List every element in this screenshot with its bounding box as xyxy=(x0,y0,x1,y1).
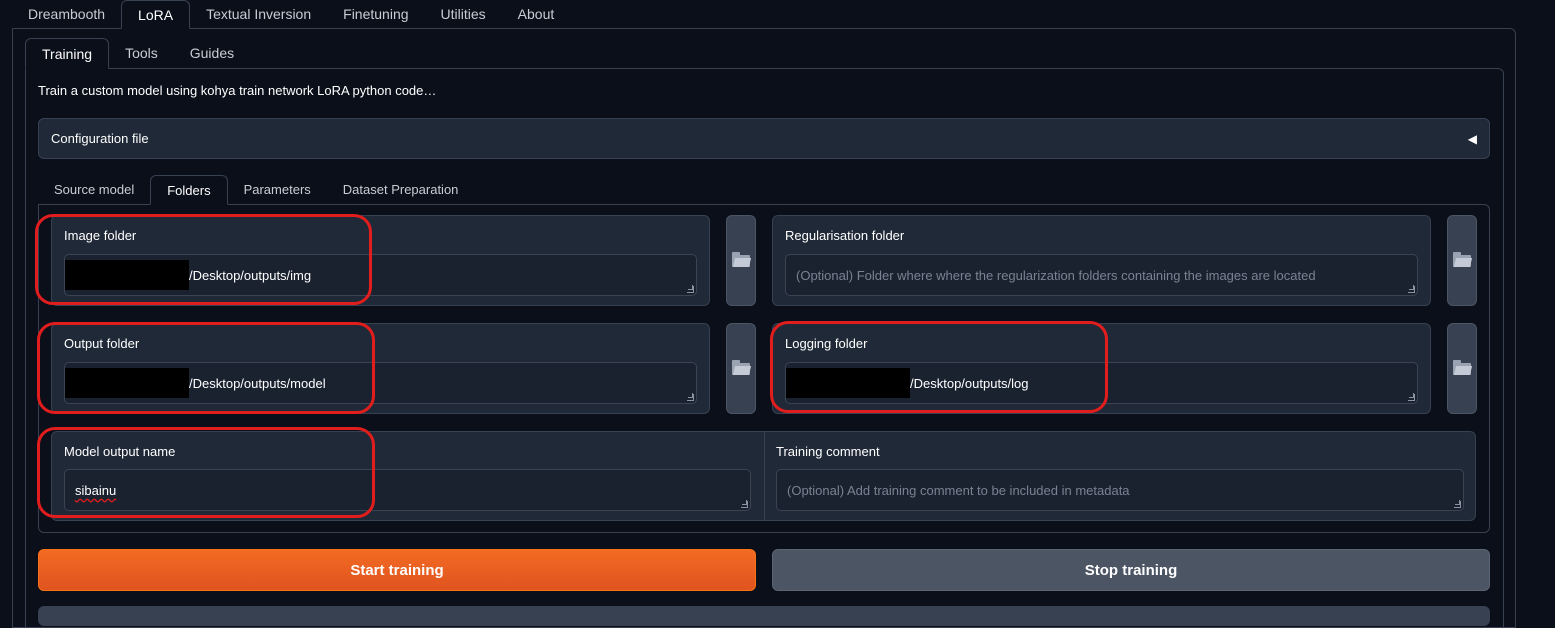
top-tab-bar: Dreambooth LoRA Textual Inversion Finetu… xyxy=(12,0,570,29)
resize-handle-icon[interactable] xyxy=(687,393,694,401)
output-folder-label: Output folder xyxy=(64,336,140,351)
logging-folder-value: /Desktop/outputs/log xyxy=(910,375,1029,391)
image-folder-label: Image folder xyxy=(64,228,137,243)
training-comment-label: Training comment xyxy=(776,444,880,459)
redacted-path xyxy=(786,368,910,398)
tab-about[interactable]: About xyxy=(502,0,571,29)
resize-handle-icon[interactable] xyxy=(741,500,748,508)
output-folder-browse-button[interactable] xyxy=(726,323,756,414)
logging-folder-input[interactable]: /Desktop/outputs/log xyxy=(785,362,1418,404)
group-divider xyxy=(764,432,765,520)
output-folder-value: /Desktop/outputs/model xyxy=(189,375,326,391)
tab-textual-inversion[interactable]: Textual Inversion xyxy=(190,0,327,29)
resize-handle-icon[interactable] xyxy=(1408,393,1415,401)
tab-parameters[interactable]: Parameters xyxy=(228,175,327,205)
training-comment-input[interactable]: (Optional) Add training comment to be in… xyxy=(776,469,1464,511)
start-training-button[interactable]: Start training xyxy=(38,549,756,591)
image-folder-input[interactable]: /Desktop/outputs/img xyxy=(64,254,697,296)
tab-dreambooth[interactable]: Dreambooth xyxy=(12,0,121,29)
tab-tools[interactable]: Tools xyxy=(109,38,174,69)
reg-folder-label: Regularisation folder xyxy=(785,228,905,243)
logging-folder-browse-button[interactable] xyxy=(1447,323,1477,414)
training-description: Train a custom model using kohya train n… xyxy=(38,83,437,98)
tab-guides[interactable]: Guides xyxy=(174,38,250,69)
resize-handle-icon[interactable] xyxy=(1408,285,1415,293)
image-folder-value: /Desktop/outputs/img xyxy=(189,267,312,283)
logging-folder-label: Logging folder xyxy=(785,336,868,351)
reg-folder-input[interactable]: (Optional) Folder where where the regula… xyxy=(785,254,1418,296)
output-folder-input[interactable]: /Desktop/outputs/model xyxy=(64,362,697,404)
tab-lora[interactable]: LoRA xyxy=(121,0,191,29)
configuration-file-accordion[interactable]: Configuration file ◀ xyxy=(38,118,1490,159)
folder-icon xyxy=(1453,251,1471,267)
folder-icon xyxy=(732,359,750,375)
model-output-name-label: Model output name xyxy=(64,444,176,459)
tab-training[interactable]: Training xyxy=(25,38,110,69)
resize-handle-icon[interactable] xyxy=(1454,500,1461,508)
resize-handle-icon[interactable] xyxy=(687,285,694,293)
folder-icon xyxy=(1453,359,1471,375)
tab-folders[interactable]: Folders xyxy=(150,175,228,205)
tab-utilities[interactable]: Utilities xyxy=(425,0,502,29)
caret-left-icon: ◀ xyxy=(1467,131,1477,146)
training-comment-placeholder: (Optional) Add training comment to be in… xyxy=(787,482,1130,498)
redacted-path xyxy=(65,368,189,398)
sub-tab-bar: Training Tools Guides xyxy=(25,38,250,69)
redacted-path xyxy=(65,260,189,290)
tab-source-model[interactable]: Source model xyxy=(38,175,150,205)
tab-dataset-preparation[interactable]: Dataset Preparation xyxy=(327,175,475,205)
model-output-name-input[interactable]: sibainu xyxy=(64,469,751,511)
tab-finetuning[interactable]: Finetuning xyxy=(327,0,424,29)
accordion-label: Configuration file xyxy=(51,131,149,146)
stop-training-button[interactable]: Stop training xyxy=(772,549,1490,591)
folder-icon xyxy=(732,251,750,267)
image-folder-browse-button[interactable] xyxy=(726,215,756,306)
model-output-name-value: sibainu xyxy=(75,482,117,498)
reg-folder-placeholder: (Optional) Folder where where the regula… xyxy=(796,267,1316,283)
bottom-panel-bar xyxy=(38,606,1490,626)
inner-tab-bar: Source model Folders Parameters Dataset … xyxy=(38,175,474,205)
reg-folder-browse-button[interactable] xyxy=(1447,215,1477,306)
